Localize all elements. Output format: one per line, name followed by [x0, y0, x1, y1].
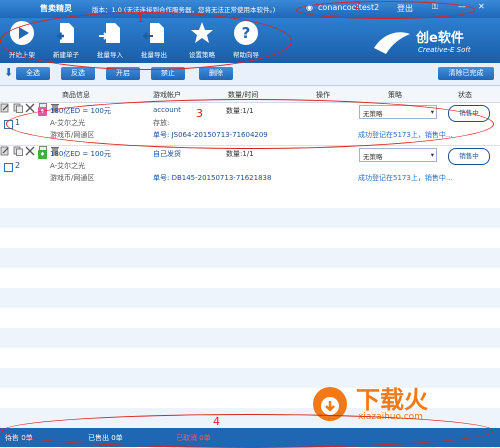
- table-row[interactable]: 2 ♦ 180亿ED = 100元 A-艾尔之光 游戏币/网通区 自己发货 单号…: [0, 146, 500, 189]
- arrow-down-icon: ⬇: [4, 66, 14, 79]
- annotation-number: 2: [354, 0, 361, 12]
- annotation-number: 1: [137, 12, 144, 25]
- select-all-button[interactable]: 全选: [16, 67, 50, 80]
- delete-button[interactable]: 删除: [199, 67, 233, 80]
- edit-icon[interactable]: [0, 103, 10, 113]
- close-icon[interactable]: ✕: [478, 2, 485, 11]
- column-header[interactable]: 商品信息: [62, 90, 90, 100]
- annotation-ellipse: [296, 1, 476, 19]
- brand-logo: 创e软件 Creative-E Soft: [372, 24, 492, 60]
- strategy-select[interactable]: 无策略 ▾: [359, 148, 437, 162]
- brand-name: 创e软件: [416, 31, 464, 46]
- annotation-ellipse: [2, 414, 494, 448]
- chevron-down-icon: ▾: [430, 151, 434, 159]
- game-account[interactable]: 自己发货: [153, 149, 181, 159]
- annotation-number: 4: [213, 415, 220, 428]
- clear-completed-button[interactable]: 清除已完成: [438, 67, 494, 80]
- annotation-ellipse: [6, 99, 494, 149]
- column-header[interactable]: 游戏帐户: [153, 90, 181, 100]
- column-header[interactable]: 策略: [388, 90, 402, 100]
- brand-subtitle: Creative-E Soft: [418, 46, 471, 54]
- watermark-text: 下载火: [356, 386, 428, 414]
- game-icon: ♦: [38, 150, 47, 159]
- copy-icon[interactable]: [13, 103, 23, 113]
- bird-logo-icon: [374, 32, 410, 54]
- app-title: 售卖精灵: [40, 4, 72, 13]
- status-badge: 销售中: [448, 148, 490, 165]
- invert-selection-button[interactable]: 反选: [61, 67, 95, 80]
- close-icon[interactable]: [25, 146, 35, 156]
- row-index: 2: [15, 161, 21, 170]
- product-name[interactable]: 180亿ED = 100元: [50, 149, 111, 159]
- order-number[interactable]: 单号: DB145-20150713-71621838: [153, 173, 271, 183]
- column-header[interactable]: 操作: [316, 90, 330, 100]
- game-server: A-艾尔之光: [50, 162, 86, 170]
- game-area: 游戏币/网通区: [50, 174, 95, 182]
- column-header[interactable]: 状态: [458, 90, 472, 100]
- edit-icon[interactable]: [0, 146, 10, 156]
- annotation-ellipse: [0, 12, 292, 70]
- status-message: 成功登记在5173上，销售中...: [358, 174, 453, 182]
- copy-icon[interactable]: [13, 146, 23, 156]
- row-checkbox[interactable]: [4, 163, 13, 172]
- quantity: 数量:1/1: [226, 150, 254, 158]
- annotation-number: 3: [196, 107, 203, 120]
